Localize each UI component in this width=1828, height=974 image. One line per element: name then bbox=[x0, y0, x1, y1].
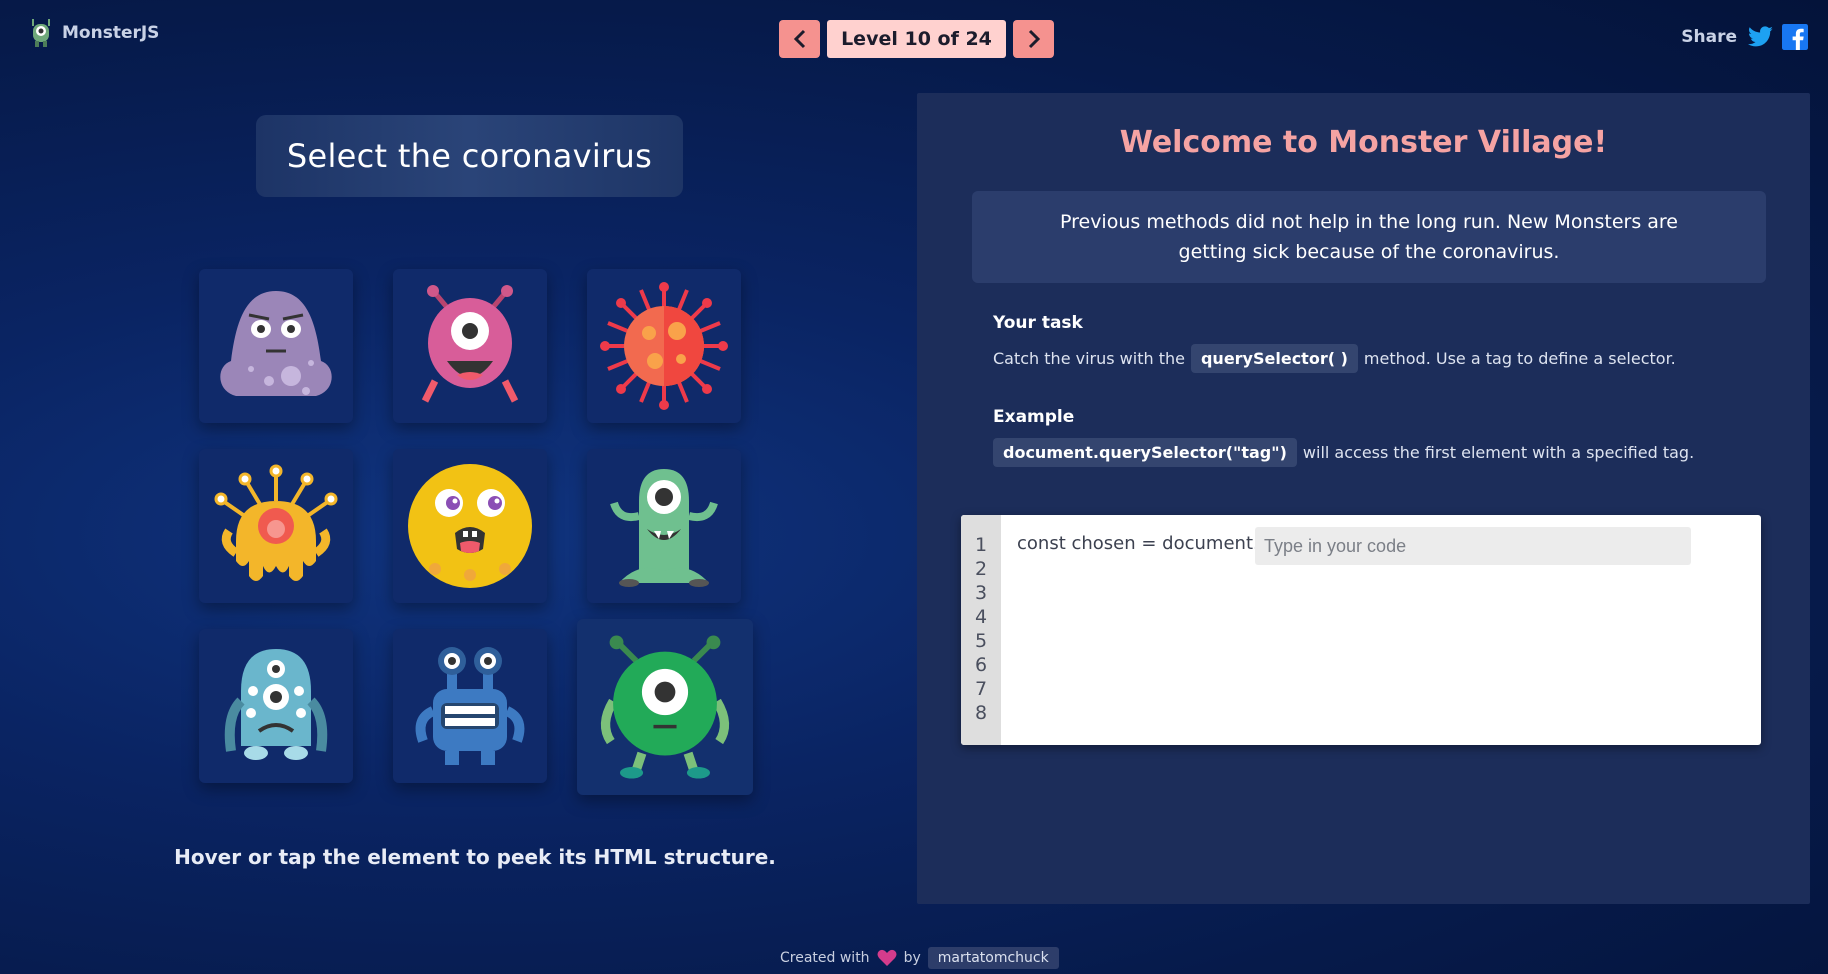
share-bar: Share bbox=[1681, 24, 1808, 50]
next-level-button[interactable] bbox=[1013, 20, 1054, 58]
monster-card[interactable] bbox=[199, 449, 353, 603]
previous-level-button[interactable] bbox=[779, 20, 820, 58]
monster-card[interactable] bbox=[393, 629, 547, 783]
by-text: by bbox=[903, 950, 921, 966]
monster-card[interactable] bbox=[199, 629, 353, 783]
monster-card[interactable] bbox=[199, 269, 353, 423]
line-number: 4 bbox=[974, 606, 988, 628]
line-number-gutter: 1 2 3 4 5 6 7 8 bbox=[961, 515, 1001, 745]
line-number: 2 bbox=[974, 558, 988, 580]
coronavirus-icon bbox=[600, 282, 728, 410]
line-number: 6 bbox=[974, 654, 988, 676]
task-text-pre: Catch the virus with the bbox=[993, 349, 1185, 368]
footer: Created with by martatomchuck bbox=[780, 947, 1059, 969]
task-description: Catch the virus with the querySelector( … bbox=[993, 344, 1676, 373]
created-with-text: Created with bbox=[780, 950, 870, 966]
line-number: 3 bbox=[974, 582, 988, 604]
task-title: Select the coronavirus bbox=[256, 115, 683, 197]
panel-title: Welcome to Monster Village! bbox=[1119, 125, 1608, 160]
example-heading: Example bbox=[993, 407, 1075, 427]
task-heading: Your task bbox=[993, 313, 1083, 333]
green-round-cyclops-icon bbox=[600, 635, 730, 779]
yellow-round-monster-icon bbox=[408, 464, 532, 588]
chevron-left-icon bbox=[793, 29, 805, 49]
code-prefix: const chosen = document. bbox=[1017, 533, 1259, 554]
author-link[interactable]: martatomchuck bbox=[927, 947, 1059, 969]
facebook-icon[interactable] bbox=[1782, 24, 1808, 50]
purple-blob-monster-icon bbox=[220, 291, 332, 396]
heart-icon bbox=[877, 949, 897, 966]
line-number: 1 bbox=[974, 534, 988, 556]
monster-card[interactable] bbox=[393, 269, 547, 423]
hover-hint: Hover or tap the element to peek its HTM… bbox=[174, 845, 776, 869]
level-indicator[interactable]: Level 10 of 24 bbox=[827, 20, 1006, 58]
chevron-right-icon bbox=[1028, 29, 1040, 49]
yellow-octopus-monster-icon bbox=[214, 464, 338, 581]
code-editor: 1 2 3 4 5 6 7 8 const chosen = document. bbox=[961, 515, 1761, 745]
line-number: 8 bbox=[974, 702, 988, 724]
monster-card[interactable] bbox=[393, 449, 547, 603]
line-number: 5 bbox=[974, 630, 988, 652]
example-code-chip: document.querySelector("tag") bbox=[993, 438, 1297, 467]
level-navigation: Level 10 of 24 bbox=[779, 20, 1054, 58]
instructions-panel: Welcome to Monster Village! Previous met… bbox=[917, 93, 1810, 904]
monster-card[interactable] bbox=[577, 619, 753, 795]
line-number: 7 bbox=[974, 678, 988, 700]
monster-grid bbox=[199, 269, 753, 799]
share-label: Share bbox=[1681, 27, 1737, 47]
intro-box: Previous methods did not help in the lon… bbox=[972, 191, 1766, 283]
monster-card[interactable] bbox=[587, 269, 741, 423]
app-name: MonsterJS bbox=[62, 23, 160, 43]
example-description: document.querySelector("tag") will acces… bbox=[993, 438, 1694, 467]
method-code-chip: querySelector( ) bbox=[1190, 344, 1358, 373]
pink-cyclops-monster-icon bbox=[421, 285, 519, 403]
blue-toothy-monster-icon bbox=[415, 647, 525, 765]
app-logo[interactable]: MonsterJS bbox=[28, 18, 159, 48]
blue-three-eyed-monster-icon bbox=[224, 649, 328, 760]
task-text-post: method. Use a tag to define a selector. bbox=[1363, 349, 1676, 368]
example-text-post: will access the first element with a spe… bbox=[1302, 443, 1695, 462]
twitter-icon[interactable] bbox=[1747, 25, 1774, 49]
intro-text: Previous methods did not help in the lon… bbox=[1059, 211, 1678, 263]
monster-logo-icon bbox=[32, 19, 50, 47]
monster-card[interactable] bbox=[587, 449, 741, 603]
code-input[interactable] bbox=[1255, 527, 1691, 565]
green-antenna-cyclops-icon bbox=[610, 469, 718, 587]
